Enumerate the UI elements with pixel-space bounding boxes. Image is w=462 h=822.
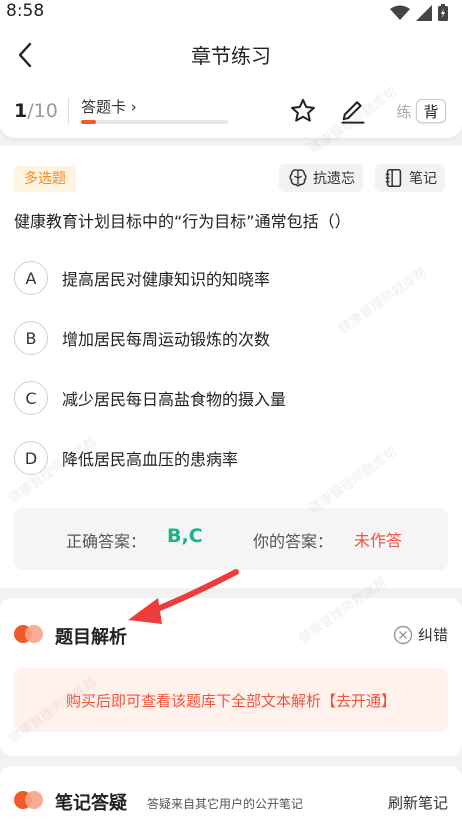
favorite-button[interactable] (289, 97, 317, 125)
option-b[interactable]: B 增加居民每周运动锻炼的次数 (14, 321, 270, 355)
total-questions: /10 (27, 100, 58, 122)
anti-forget-button[interactable]: 抗遗忘 (279, 164, 363, 192)
analysis-section: 题目解析 纠错 购买后即可查看该题库下全部文本解析【去开通】 (0, 598, 462, 756)
notebook-icon (385, 168, 402, 188)
option-text: 提高居民对健康知识的知晓率 (62, 270, 271, 289)
mode-toggle[interactable]: 练 背 (392, 98, 448, 124)
mode-memorize[interactable]: 背 (416, 99, 446, 123)
option-letter: A (14, 261, 48, 295)
option-text: 减少居民每日高盐食物的摄入量 (62, 390, 287, 409)
battery-icon (438, 4, 448, 21)
question-card: 多选题 抗遗忘 笔记 健康教育计划目标中的“行为目标”通常包括（） A 提高居民… (0, 146, 462, 588)
close-circle-icon (393, 625, 413, 644)
correct-answer-value: B,C (167, 525, 203, 547)
status-icons (390, 4, 448, 21)
notes-title: 笔记答疑 (55, 793, 127, 814)
correct-answer-label: 正确答案： (66, 532, 147, 551)
option-d[interactable]: D 降低居民高血压的患病率 (14, 441, 238, 475)
option-letter: B (14, 321, 48, 355)
status-bar: 8:58 (0, 0, 462, 24)
notes-label: 笔记 (409, 171, 437, 187)
user-answer-label: 你的答案： (253, 532, 334, 551)
edit-note-button[interactable] (339, 97, 367, 125)
question-counter: 1/10 (14, 100, 58, 122)
section-dots-icon (14, 791, 46, 809)
pen-icon (341, 101, 365, 124)
answer-card-button[interactable]: 答题卡 › (81, 96, 137, 117)
question-text: 健康教育计划目标中的“行为目标”通常包括（） (14, 212, 351, 231)
header: 章节练习 (0, 24, 462, 84)
notes-button[interactable]: 笔记 (375, 164, 445, 192)
status-time: 8:58 (6, 1, 45, 21)
current-question-number: 1 (14, 100, 28, 122)
option-c[interactable]: C 减少居民每日高盐食物的摄入量 (14, 381, 286, 415)
section-dots-icon (14, 625, 46, 643)
option-a[interactable]: A 提高居民对健康知识的知晓率 (14, 261, 270, 295)
user-answer-value: 未作答 (354, 531, 403, 550)
brain-icon (289, 169, 307, 187)
question-type-badge: 多选题 (14, 166, 76, 192)
report-error-label: 纠错 (417, 626, 448, 644)
divider (68, 98, 69, 124)
wifi-icon (390, 5, 410, 20)
star-icon (291, 98, 315, 122)
answer-summary: 正确答案： B,C 你的答案： 未作答 (14, 508, 448, 570)
option-letter: D (14, 441, 48, 475)
question-toolbar: 1/10 答题卡 › 练 背 (0, 84, 462, 138)
progress-bar-fill (81, 120, 96, 124)
page-title: 章节练习 (191, 44, 271, 68)
option-letter: C (14, 381, 48, 415)
anti-forget-label: 抗遗忘 (313, 171, 355, 187)
analysis-title: 题目解析 (55, 627, 127, 648)
option-text: 增加居民每周运动锻炼的次数 (62, 330, 271, 349)
progress-bar (81, 120, 228, 124)
signal-icon (416, 4, 432, 21)
notes-subtitle: 答疑来自其它用户的公开笔记 (147, 797, 304, 811)
unlock-analysis-banner[interactable]: 购买后即可查看该题库下全部文本解析【去开通】 (14, 668, 448, 732)
notes-section: 笔记答疑 答疑来自其它用户的公开笔记 刷新笔记 (0, 766, 462, 822)
option-text: 降低居民高血压的患病率 (62, 450, 239, 469)
mode-practice[interactable]: 练 (392, 101, 416, 122)
refresh-notes-button[interactable]: 刷新笔记 (388, 792, 448, 813)
report-error-button[interactable]: 纠错 (393, 624, 448, 645)
